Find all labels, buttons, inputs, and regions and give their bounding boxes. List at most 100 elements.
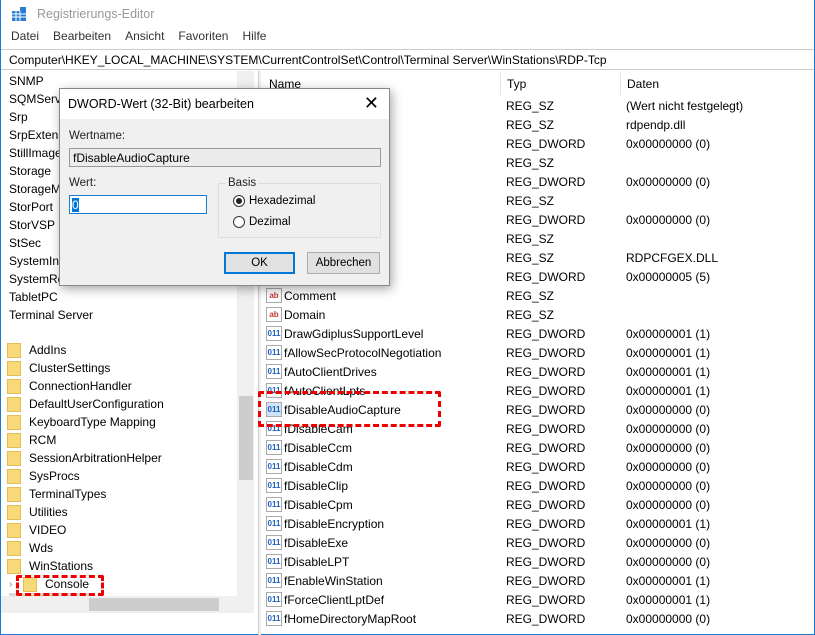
row-data: 0x00000000 (0) (626, 555, 711, 569)
list-row[interactable]: 011 fHomeDirectoryMapRoot REG_DWORD 0x00000… (263, 609, 815, 628)
list-row[interactable]: 011 fDisableEncryption REG_DWORD 0x00000001… (263, 514, 815, 533)
tree-item[interactable]: KeyboardType Mapping (7, 413, 156, 431)
row-type: REG_SZ (506, 99, 555, 113)
list-row[interactable]: 011 fDisableCcm REG_DWORD 0x00000000 (0) (263, 438, 815, 457)
row-type: REG_DWORD (506, 536, 586, 550)
list-row[interactable]: 011 fDisableClip REG_DWORD 0x00000000 (0) (263, 476, 815, 495)
list-row[interactable]: 011 fAllowSecProtocolNegotiation REG_DWORD… (263, 343, 815, 362)
tree-item[interactable]: ConnectionHandler (7, 377, 132, 395)
tree-item[interactable]: SystemRe (9, 270, 64, 288)
tree-item[interactable]: StillImage (9, 144, 62, 162)
dword-value-icon: 011 (266, 440, 282, 455)
address-bar[interactable]: Computer\HKEY_LOCAL_MACHINE\SYSTEM\Curre… (1, 49, 814, 70)
row-type: REG_DWORD (506, 327, 586, 341)
tree-scroll-thumb[interactable] (239, 396, 253, 480)
string-value-icon: ab (266, 307, 282, 322)
value-name-label: Wertname: (69, 130, 126, 142)
tree-item[interactable]: SysProcs (7, 467, 80, 485)
tree-item[interactable]: TerminalTypes (7, 485, 106, 503)
tree-item[interactable]: Storage (9, 162, 51, 180)
radio-hexadecimal[interactable]: Hexadezimal (233, 195, 315, 207)
ok-button[interactable]: OK (224, 252, 295, 274)
row-data: 0x00000000 (0) (626, 536, 711, 550)
list-row[interactable]: 011 DrawGdiplusSupportLevel REG_DWORD 0x000… (263, 324, 815, 343)
radio-checked-icon (233, 195, 245, 207)
row-type: REG_DWORD (506, 479, 586, 493)
tree-item-label: ClusterSettings (29, 361, 111, 375)
row-name: Comment (284, 289, 337, 303)
list-row[interactable]: 011 fDisableCdm REG_DWORD 0x00000000 (0) (263, 457, 815, 476)
tree-item[interactable]: TabletPC (9, 288, 58, 306)
tree-hscroll-thumb[interactable] (89, 598, 219, 611)
dword-value-icon: 011 (266, 573, 282, 588)
folder-icon (7, 432, 21, 448)
row-type: REG_SZ (506, 289, 555, 303)
folder-icon (7, 414, 21, 430)
tree-item[interactable]: SessionArbitrationHelper (7, 449, 162, 467)
row-data: rdpendp.dll (626, 118, 686, 132)
tree-item[interactable]: StorageM (9, 180, 61, 198)
list-row[interactable]: ab Domain REG_SZ (263, 305, 815, 324)
row-type: REG_DWORD (506, 593, 586, 607)
tree-item[interactable]: Terminal Server (9, 306, 93, 324)
tree-item[interactable]: AddIns (7, 341, 66, 359)
column-data[interactable]: Daten (621, 73, 815, 95)
list-row[interactable]: 011 fForceClientLptDef REG_DWORD 0x00000001… (263, 590, 815, 609)
tree-item[interactable]: SrpExtens (9, 126, 64, 144)
row-type: REG_DWORD (506, 365, 586, 379)
row-type: REG_SZ (506, 194, 555, 208)
menu-hilfe[interactable]: Hilfe (242, 29, 266, 49)
tree-item[interactable]: VIDEO (7, 521, 66, 539)
row-data: 0x00000000 (0) (626, 479, 711, 493)
folder-icon (7, 486, 21, 502)
row-data: 0x00000000 (0) (626, 498, 711, 512)
tree-item-label: KeyboardType Mapping (29, 415, 156, 429)
list-row[interactable]: 011 fDisableLPT REG_DWORD 0x00000000 (0) (263, 552, 815, 571)
tree-item-label: VIDEO (29, 523, 67, 537)
tree-item[interactable]: SystemInf (9, 252, 62, 270)
list-row[interactable]: 011 fAutoClientDrives REG_DWORD 0x00000001 … (263, 362, 815, 381)
menu-favoriten[interactable]: Favoriten (178, 29, 228, 49)
tree-item[interactable]: RCM (7, 431, 56, 449)
list-row[interactable]: 011 fEnableWinStation REG_DWORD 0x00000001 … (263, 571, 815, 590)
cancel-button[interactable]: Abbrechen (307, 252, 380, 274)
list-row[interactable]: 011 fDisableExe REG_DWORD 0x00000000 (0) (263, 533, 815, 552)
menu-ansicht[interactable]: Ansicht (125, 29, 164, 49)
row-name: fDisableCpm (284, 498, 353, 512)
tree-item-label: TerminalTypes (29, 487, 107, 501)
folder-icon (7, 522, 21, 538)
list-row[interactable]: 011 fDisableCpm REG_DWORD 0x00000000 (0) (263, 495, 815, 514)
row-name: Domain (284, 308, 326, 322)
tree-item[interactable]: Srp (9, 108, 28, 126)
tree-item[interactable]: StorVSP (9, 216, 55, 234)
tree-item[interactable]: DefaultUserConfiguration (7, 395, 164, 413)
radio-decimal[interactable]: Dezimal (233, 216, 291, 228)
menu-bearbeiten[interactable]: Bearbeiten (53, 29, 111, 49)
row-type: REG_SZ (506, 156, 555, 170)
dword-value-icon: 011 (266, 459, 282, 474)
row-type: REG_DWORD (506, 346, 586, 360)
tree-item[interactable]: StorPort (9, 198, 53, 216)
value-data-input[interactable]: 0 (69, 195, 207, 214)
tree-item[interactable]: SNMP (9, 72, 44, 90)
menu-bar: Datei Bearbeiten Ansicht Favoriten Hilfe (1, 29, 280, 49)
tree-item[interactable]: Wds (7, 539, 53, 557)
dword-value-icon: 011 (266, 497, 282, 512)
row-data: 0x00000000 (0) (626, 175, 711, 189)
list-row[interactable]: ab Comment REG_SZ (263, 286, 815, 305)
row-name: fDisableCcm (284, 441, 353, 455)
close-icon[interactable]: ✕ (364, 93, 379, 114)
tree-item[interactable]: SQMServi (9, 90, 64, 108)
row-type: REG_DWORD (506, 270, 586, 284)
column-type[interactable]: Typ (501, 73, 621, 95)
string-value-icon: ab (266, 288, 282, 303)
menu-datei[interactable]: Datei (11, 29, 39, 49)
tree-item[interactable]: ClusterSettings (7, 359, 110, 377)
tree-item[interactable]: Utilities (7, 503, 68, 521)
tree-item-label: Wds (29, 541, 53, 555)
row-data: 0x00000001 (1) (626, 346, 711, 360)
tree-item[interactable]: StSec (9, 234, 41, 252)
row-type: REG_SZ (506, 308, 555, 322)
row-type: REG_DWORD (506, 175, 586, 189)
tree-item[interactable]: WinStations (7, 557, 93, 575)
